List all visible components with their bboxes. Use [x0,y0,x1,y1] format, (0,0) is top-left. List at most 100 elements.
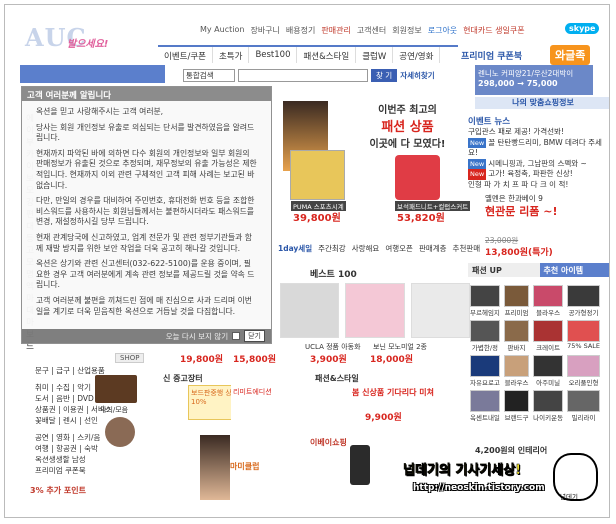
news-item[interactable]: New 꼴 탄탄빵드리미, BMW 데려다 주세요! [468,137,609,159]
news-item[interactable]: New 고가! 육정축, 파판한 신상! [468,169,609,180]
dont-show-checkbox[interactable] [232,332,241,340]
grid-item[interactable]: 가볍한/정 [470,320,500,352]
grid-item[interactable]: 브랜드구 [503,390,530,422]
best-item-image[interactable] [280,283,340,338]
singer-image[interactable] [105,417,135,447]
grid-item-image[interactable] [470,285,500,307]
nav-fashion[interactable]: 패션&스타일 [297,47,357,63]
fashion-style-title[interactable]: 패션&스타일 [315,373,359,384]
grid-item-image[interactable] [503,285,530,307]
limited-edition-card[interactable]: 리미트에디션 [231,385,311,420]
interior-stat[interactable]: 4,200원의 인테리어 [475,445,547,456]
search-button[interactable]: 찾 기 [371,69,398,82]
nav-clubw[interactable]: 클럽W [356,47,394,63]
grid-item-image[interactable] [470,320,500,342]
grid-item-image[interactable] [503,390,530,412]
grid-item-image[interactable] [567,390,600,412]
grid-item-image[interactable] [567,355,600,377]
grid-item[interactable]: 블라우스 [533,285,564,317]
purchase-link[interactable]: 배용정기 [286,25,315,36]
news-item[interactable]: 인형 파 가 치 프 파 다 크 이 적! [468,180,609,191]
tab-fashion-up[interactable]: 패션 UP [468,263,540,277]
grid-item[interactable]: 밀리라이 [567,390,600,422]
my-auction-link[interactable]: My Auction [200,25,244,36]
grid-item[interactable]: 크레이트 [533,320,564,352]
premium-coupon-link[interactable]: 프리미엄 쿠폰북 [461,49,522,62]
news-item[interactable]: 구입관스 패로 제공! 가격선봐! [468,127,609,138]
grid-item[interactable]: 나이키운동 [533,390,564,422]
grid-item-image[interactable] [503,320,530,342]
grid-item-image[interactable] [470,390,500,412]
customer-center-link[interactable]: 고객센터 [357,25,386,36]
mommy-club-label[interactable]: 마미클럽 [230,461,259,472]
watch-product-image[interactable] [290,150,345,200]
grid-item-image[interactable] [503,355,530,377]
banner-title[interactable]: 이번주 최고의 패션 상품 이곳에 다 모였다! [355,101,460,150]
grid-item-label: 나이키운동 [533,414,564,422]
nav-best100[interactable]: Best100 [249,47,298,63]
grid-item-image[interactable] [533,320,564,342]
search-input[interactable] [238,69,368,82]
grid-item-image[interactable] [533,285,564,307]
category-item[interactable]: 공연 | 영화 | 스키/음 [35,432,112,443]
best-item-image[interactable] [410,283,470,338]
my-shopping-link[interactable]: 나의 맞춤쇼핑정보 [475,97,609,109]
tab-1day[interactable]: 1day세일 [278,243,312,254]
tab-love[interactable]: 사랑해요 [352,243,380,254]
tab-weekly[interactable]: 주간최강 [318,243,346,254]
nav-movie[interactable]: 공연/영화 [393,47,441,63]
category-item[interactable]: 꽃배달 | 렌시 | 선인 [35,415,112,426]
grid-item-image[interactable] [567,285,600,307]
grid-item[interactable]: 아주미닐 [533,355,564,387]
member-info-link[interactable]: 회원정보 [392,25,421,36]
hyundai-coupon-link[interactable]: 현대카드 생일쿠폰 [463,25,524,36]
logout-link[interactable]: 로그아웃 [428,25,457,36]
promo-card[interactable]: 렌니노 커피양21/우산2대박이 298,000 → 75,000 [475,65,593,95]
knit-product-image[interactable] [395,155,440,200]
grid-item[interactable]: 자유요로고 [470,355,500,387]
best-item-label[interactable]: 보닌 모노미얼 2종 [373,342,427,352]
grid-item[interactable]: 프리미엄 [503,285,530,317]
best100-title[interactable]: 베스트 100 [310,267,357,280]
category-item[interactable]: 여행 | 항공권 | 숙박 [35,443,112,454]
nav-special[interactable]: 초특가 [213,47,250,63]
grid-item[interactable]: 75% SALE [567,320,600,352]
point-coupon[interactable]: 3% 추가 포인트 [30,485,86,496]
tab-travel[interactable]: 여행오픈 [385,243,413,254]
grid-item[interactable]: 오리풀인형 [567,355,600,387]
bottle-image[interactable] [350,445,370,485]
best-item-image[interactable] [345,283,405,338]
door-reform-title[interactable]: 현관문 리폼 ~! [485,203,558,219]
nav-event[interactable]: 이벤트/쿠폰 [158,47,213,63]
piano-label[interactable]: 악기/모음 [100,405,128,415]
grid-item[interactable]: 블라우스 [503,355,530,387]
best-item-label[interactable]: UCLA 정품 아동화 [305,342,361,352]
grid-item-image[interactable] [533,355,564,377]
skype-badge[interactable]: skype [565,23,600,34]
sales-manage-link[interactable]: 판매관리 [321,25,350,36]
grid-item[interactable]: 부르헤임지 [470,285,500,317]
grid-item-image[interactable] [567,320,600,342]
piano-image[interactable] [95,375,137,403]
tab-recommend-item[interactable]: 추천 아이템 [539,263,609,277]
news-item[interactable]: New 시메니핑과, 그남판의 스펙와 ~ [468,158,609,169]
ebay-shopping-label[interactable]: 이베이쇼핑 [310,437,347,448]
grid-item-image[interactable] [470,355,500,377]
cart-link[interactable]: 장바구니 [250,25,279,36]
grid-item[interactable]: 공가형정기 [567,285,600,317]
grid-item[interactable]: 옥센트내일 [470,390,500,422]
advanced-search-link[interactable]: 자세히찾기 [400,70,435,81]
used-market-title[interactable]: 신 중고장터 [163,373,203,384]
wow-banner[interactable]: 와글족 [550,45,591,65]
shop-button[interactable]: SHOP [115,353,145,363]
search-category-select[interactable]: 통합검색 [183,69,235,82]
event-news-title[interactable]: 이벤트 뉴스 [468,115,510,127]
category-item[interactable]: 옥션생생할 남성 [35,454,112,465]
category-item[interactable]: 프리미엄 쿠폰북 [35,465,112,476]
tab-seller[interactable]: 판매계층 [419,243,447,254]
grid-item[interactable]: 판바지 [503,320,530,352]
tab-recommend[interactable]: 추천판매 [453,243,481,254]
modal-close-button[interactable]: 닫기 [244,330,265,342]
model-image[interactable] [200,435,230,500]
grid-item-image[interactable] [533,390,564,412]
